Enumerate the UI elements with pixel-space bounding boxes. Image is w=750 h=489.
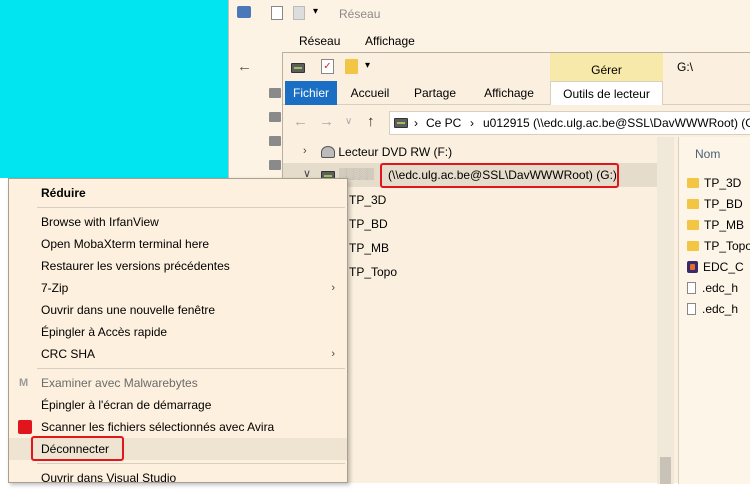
recent-locations-icon[interactable]: ∨ — [345, 116, 352, 127]
navigation-bar: ← → ∨ ↑ › Ce PC › u012915 (\\edc.ulg.ac.… — [283, 110, 750, 136]
drive-icon — [394, 118, 408, 128]
menu-separator — [37, 207, 345, 208]
folder-icon — [687, 178, 699, 188]
qat-dropdown-icon[interactable]: ▾ — [313, 6, 318, 17]
forward-arrow-icon[interactable]: → — [319, 113, 334, 130]
tree-item-dvd[interactable]: Lecteur DVD RW (F:) — [321, 141, 452, 163]
ribbon-tabs: Fichier Accueil Partage Affichage Outils… — [283, 81, 750, 105]
qat-dropdown-icon[interactable]: ▾ — [365, 60, 370, 71]
new-folder-icon[interactable] — [345, 59, 358, 74]
menu-item-avira-scan[interactable]: Scanner les fichiers sélectionnés avec A… — [9, 416, 347, 438]
back-window-title: Réseau — [339, 7, 381, 21]
tab-view[interactable]: Affichage — [475, 81, 543, 105]
dvd-drive-icon — [321, 146, 335, 158]
back-tab-view[interactable]: Affichage — [365, 34, 415, 48]
highlight-box-disconnect — [31, 436, 124, 461]
file-list-row[interactable]: EDC_C — [687, 260, 744, 278]
tree-scrollbar[interactable] — [657, 137, 674, 484]
menu-separator — [37, 463, 345, 464]
network-icon — [237, 6, 251, 18]
folder-icon — [687, 241, 699, 251]
file-name: EDC_C — [703, 260, 744, 274]
menu-item-crc-sha[interactable]: CRC SHA › — [9, 343, 347, 365]
menu-item-open-new-window[interactable]: Ouvrir dans une nouvelle fenêtre — [9, 299, 347, 321]
menu-item-pin-start[interactable]: Épingler à l'écran de démarrage — [9, 394, 347, 416]
menu-item-restore-versions[interactable]: Restaurer les versions précédentes — [9, 255, 347, 277]
scrollbar-thumb[interactable] — [660, 457, 671, 484]
side-item-icon — [269, 160, 281, 170]
tab-home[interactable]: Accueil — [343, 81, 397, 105]
menu-item-visual-studio[interactable]: Ouvrir dans Visual Studio — [9, 467, 347, 489]
properties-icon[interactable] — [271, 6, 283, 20]
breadcrumb-separator: › — [414, 116, 418, 130]
breadcrumb-this-pc[interactable]: Ce PC — [426, 116, 461, 130]
tree-item-folder[interactable]: TP_BD — [349, 213, 388, 235]
window-title: G:\ — [677, 60, 694, 74]
new-folder-icon[interactable] — [293, 6, 305, 20]
document-icon — [687, 303, 696, 315]
expand-chevron-icon[interactable]: › — [303, 145, 307, 157]
up-arrow-icon[interactable]: ↑ — [367, 113, 375, 130]
file-list-row[interactable]: TP_MB — [687, 218, 744, 236]
menu-item-pin-quick-access[interactable]: Épingler à Accès rapide — [9, 321, 347, 343]
back-nav-back-icon[interactable]: ← — [237, 58, 252, 75]
folder-icon — [687, 220, 699, 230]
menu-item-label: 7-Zip — [41, 281, 69, 295]
file-list-pane: Nom TP_3D TP_BD TP_MB TP_Topo EDC_C .edc… — [678, 137, 750, 484]
tab-file[interactable]: Fichier — [285, 81, 337, 105]
desktop-background — [0, 0, 228, 178]
file-name: TP_Topo — [704, 239, 750, 253]
file-name: TP_3D — [704, 176, 742, 190]
back-ribbon-tabs: Réseau Affichage — [229, 28, 750, 50]
back-quick-access-toolbar: ▾ Réseau — [229, 0, 750, 28]
back-tab-network[interactable]: Réseau — [299, 34, 340, 48]
file-list-row[interactable]: .edc_h — [687, 302, 738, 320]
breadcrumb-drive[interactable]: u012915 (\\edc.ulg.ac.be@SSL\DavWWWRoot)… — [483, 116, 750, 130]
menu-item-label: CRC SHA — [41, 347, 96, 361]
file-name: TP_MB — [704, 218, 745, 232]
breadcrumb-separator: › — [470, 116, 474, 130]
file-list-row[interactable]: .edc_h — [687, 281, 738, 299]
tree-item-folder[interactable]: TP_Topo — [349, 261, 397, 283]
menu-item-collapse[interactable]: Réduire — [9, 182, 347, 204]
submenu-arrow-icon: › — [331, 348, 335, 360]
front-explorer-window: Gérer ✓ ▾ G:\ Fichier Accueil Partage Af… — [282, 52, 750, 484]
tree-item-folder[interactable]: TP_3D — [349, 189, 386, 211]
file-name: .edc_h — [702, 302, 739, 316]
properties-icon[interactable]: ✓ — [321, 59, 334, 74]
tab-drive-tools[interactable]: Outils de lecteur — [550, 81, 663, 105]
menu-item-malwarebytes[interactable]: Examiner avec Malwarebytes — [9, 372, 347, 394]
side-item-icon — [269, 88, 281, 98]
file-list-row[interactable]: TP_3D — [687, 176, 741, 194]
address-bar[interactable]: › Ce PC › u012915 (\\edc.ulg.ac.be@SSL\D… — [389, 111, 750, 135]
folder-icon — [687, 199, 699, 209]
drive-icon — [291, 63, 305, 73]
file-name: .edc_h — [702, 281, 739, 295]
submenu-arrow-icon: › — [331, 282, 335, 294]
quick-access-toolbar: ✓ ▾ G:\ — [283, 53, 750, 81]
app-icon — [687, 261, 698, 273]
menu-separator — [37, 368, 345, 369]
context-menu: Réduire Browse with IrfanView Open MobaX… — [8, 178, 348, 485]
file-list-row[interactable]: TP_BD — [687, 197, 743, 215]
column-header-name[interactable]: Nom — [695, 147, 720, 161]
document-icon — [687, 282, 696, 294]
back-arrow-icon[interactable]: ← — [293, 113, 308, 130]
file-list-row[interactable]: TP_Topo — [687, 239, 750, 257]
menu-item-mobaxterm[interactable]: Open MobaXterm terminal here — [9, 233, 347, 255]
menu-item-7zip[interactable]: 7-Zip › — [9, 277, 347, 299]
side-item-icon — [269, 112, 281, 122]
tree-item-label: Lecteur DVD RW (F:) — [338, 145, 453, 159]
file-name: TP_BD — [704, 197, 743, 211]
highlight-box-drive — [380, 163, 619, 188]
side-item-icon — [269, 136, 281, 146]
menu-item-irfanview[interactable]: Browse with IrfanView — [9, 211, 347, 233]
tab-share[interactable]: Partage — [407, 81, 463, 105]
tree-item-folder[interactable]: TP_MB — [349, 237, 389, 259]
